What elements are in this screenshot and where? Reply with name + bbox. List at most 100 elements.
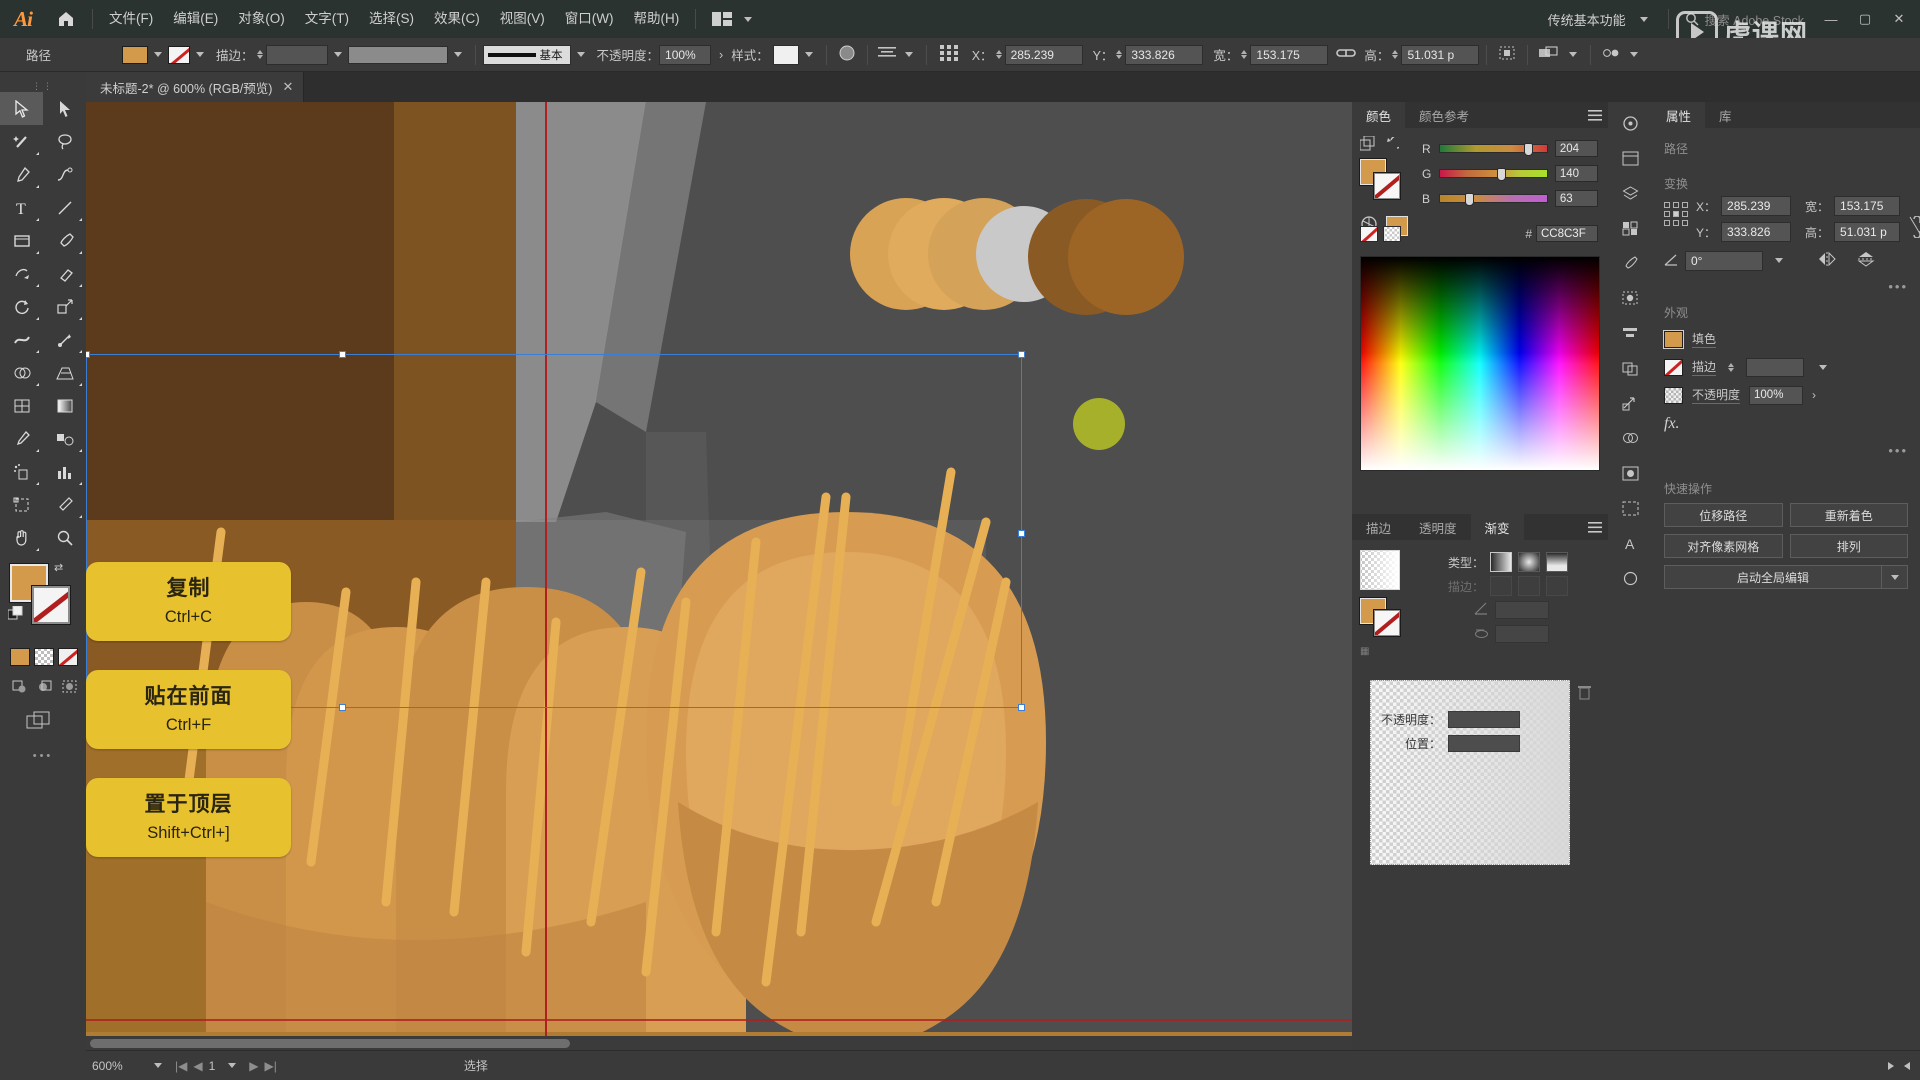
- gradient-angle-input[interactable]: [1495, 601, 1549, 619]
- gradient-mode-button[interactable]: [34, 648, 54, 666]
- artboards-icon[interactable]: [1615, 497, 1645, 519]
- transform-reference-icon[interactable]: [934, 44, 964, 65]
- tab-libraries[interactable]: 库: [1705, 102, 1746, 128]
- slider-track-b[interactable]: [1438, 193, 1548, 206]
- linear-gradient-button[interactable]: [1490, 552, 1513, 572]
- chevron-down-icon[interactable]: [804, 52, 813, 57]
- stroke-color-swatch[interactable]: [1373, 172, 1401, 200]
- chevron-down-icon[interactable]: [1882, 565, 1908, 589]
- brush-definition-select[interactable]: 基本: [482, 44, 571, 65]
- tab-gradient[interactable]: 渐变: [1470, 514, 1524, 540]
- reference-point-selector[interactable]: [1664, 202, 1688, 226]
- arrange-button[interactable]: 排列: [1789, 534, 1908, 558]
- recolor-button[interactable]: 重新着色: [1789, 503, 1908, 527]
- symbols-icon[interactable]: [1615, 287, 1645, 309]
- brushes-icon[interactable]: [1615, 252, 1645, 274]
- height-stepper[interactable]: [1392, 50, 1399, 59]
- gradient-opacity-input[interactable]: [1448, 710, 1520, 728]
- arrange-documents-icon[interactable]: [702, 0, 768, 38]
- chevron-down-icon[interactable]: [1819, 364, 1828, 370]
- eraser-tool[interactable]: [43, 257, 86, 290]
- appearance-icon[interactable]: [1615, 427, 1645, 449]
- color-spectrum-bar[interactable]: [1360, 256, 1600, 471]
- panel-grip-icon[interactable]: ⋮⋮: [0, 80, 86, 92]
- document-tab[interactable]: 未标题-2* @ 600% (RGB/预览) ✕: [86, 72, 305, 102]
- swap-fill-stroke-icon[interactable]: ⇄: [54, 561, 63, 574]
- flip-vertical-icon[interactable]: [1857, 250, 1875, 271]
- opacity-input[interactable]: 100%: [659, 44, 712, 65]
- chevron-down-icon[interactable]: [453, 52, 462, 57]
- color-mode-button[interactable]: [10, 648, 30, 666]
- perspective-grid-tool[interactable]: [43, 356, 86, 389]
- white-swatch-button[interactable]: [1383, 225, 1401, 242]
- symbol-sprayer-tool[interactable]: [0, 455, 43, 488]
- chevron-down-icon[interactable]: [154, 1063, 162, 1068]
- align-to-pixel-grid-button[interactable]: 对齐像素网格: [1664, 534, 1783, 558]
- chevron-down-icon[interactable]: [196, 52, 204, 57]
- menu-window[interactable]: 窗口(W): [555, 0, 624, 38]
- search-adobe-stock[interactable]: 搜索 Adobe Stock: [1675, 10, 1814, 29]
- mesh-tool[interactable]: [0, 389, 43, 422]
- height-input[interactable]: 51.031 p: [1401, 44, 1480, 65]
- y-input[interactable]: 333.826: [1721, 222, 1792, 242]
- swatches-icon[interactable]: [1615, 217, 1645, 239]
- stroke-weight-input[interactable]: [265, 44, 328, 65]
- canvas-area[interactable]: 复制 Ctrl+C 贴在前面 Ctrl+F 置于顶层 Shift+Ctrl+]: [86, 102, 1420, 1050]
- rotate-tool[interactable]: [0, 290, 43, 323]
- chevron-down-icon[interactable]: [1630, 52, 1639, 57]
- opacity-mask-icon[interactable]: [834, 44, 860, 65]
- variable-width-profile-select[interactable]: [347, 45, 448, 64]
- workspace-switcher[interactable]: 传统基本功能: [1540, 10, 1662, 29]
- character-icon[interactable]: A: [1615, 532, 1645, 554]
- delete-stop-icon[interactable]: [1578, 685, 1591, 703]
- paragraph-icon[interactable]: [1615, 567, 1645, 589]
- slider-value-r[interactable]: 204: [1554, 140, 1598, 157]
- gradient-stop-editor[interactable]: 不透明度： 位置：: [1370, 680, 1591, 865]
- transform-more-options[interactable]: •••: [1664, 279, 1908, 294]
- tab-stroke[interactable]: 描边: [1352, 514, 1405, 540]
- menu-view[interactable]: 视图(V): [490, 0, 555, 38]
- first-artboard-icon[interactable]: |◀: [175, 1059, 187, 1073]
- unlink-proportions-icon[interactable]: [1908, 196, 1920, 241]
- radial-gradient-button[interactable]: [1518, 552, 1541, 572]
- curvature-tool[interactable]: [43, 158, 86, 191]
- appearance-more-options[interactable]: •••: [1664, 443, 1908, 458]
- menu-effect[interactable]: 效果(C): [424, 0, 490, 38]
- next-page-icon[interactable]: [1888, 1061, 1894, 1070]
- hex-input[interactable]: CC8C3F: [1536, 225, 1598, 242]
- color-mode-toggle-icon[interactable]: [1359, 135, 1376, 155]
- offset-path-button[interactable]: 位移路径: [1664, 503, 1783, 527]
- minimize-button[interactable]: —: [1814, 0, 1848, 38]
- gradient-stroke-swatch[interactable]: [1373, 609, 1401, 637]
- stroke-swatch-button[interactable]: [168, 45, 190, 64]
- blend-tool[interactable]: [43, 422, 86, 455]
- revert-color-icon[interactable]: [1384, 135, 1404, 154]
- libraries-icon[interactable]: [1615, 112, 1645, 134]
- x-input[interactable]: 285.239: [1004, 44, 1083, 65]
- slider-thumb-g[interactable]: [1496, 168, 1506, 181]
- eyedropper-tool[interactable]: [0, 422, 43, 455]
- start-global-edit-button[interactable]: 启动全局编辑: [1664, 565, 1882, 589]
- stroke-across-button[interactable]: [1546, 576, 1569, 596]
- width-tool[interactable]: [0, 323, 43, 356]
- transform-each-icon[interactable]: [1494, 45, 1520, 64]
- graphic-styles-icon[interactable]: [1615, 462, 1645, 484]
- chevron-down-icon[interactable]: [576, 52, 585, 57]
- x-stepper[interactable]: [995, 50, 1002, 59]
- gradient-location-input[interactable]: [1448, 734, 1520, 752]
- menu-file[interactable]: 文件(F): [99, 0, 163, 38]
- type-tool[interactable]: T: [0, 191, 43, 224]
- freeform-gradient-button[interactable]: [1546, 552, 1569, 572]
- paintbrush-tool[interactable]: [43, 224, 86, 257]
- appearance-stroke-swatch[interactable]: [1664, 358, 1683, 376]
- y-stepper[interactable]: [1116, 50, 1123, 59]
- arrange-objects-icon[interactable]: [1535, 46, 1563, 63]
- selection-tool[interactable]: [0, 92, 43, 125]
- draw-normal-icon[interactable]: [12, 680, 28, 697]
- menu-type[interactable]: 文字(T): [295, 0, 359, 38]
- appearance-fill-swatch[interactable]: [1663, 329, 1684, 349]
- menu-select[interactable]: 选择(S): [359, 0, 424, 38]
- maximize-button[interactable]: ▢: [1848, 0, 1882, 38]
- stroke-color-swatch[interactable]: [31, 585, 71, 625]
- previous-page-icon[interactable]: [1904, 1061, 1910, 1070]
